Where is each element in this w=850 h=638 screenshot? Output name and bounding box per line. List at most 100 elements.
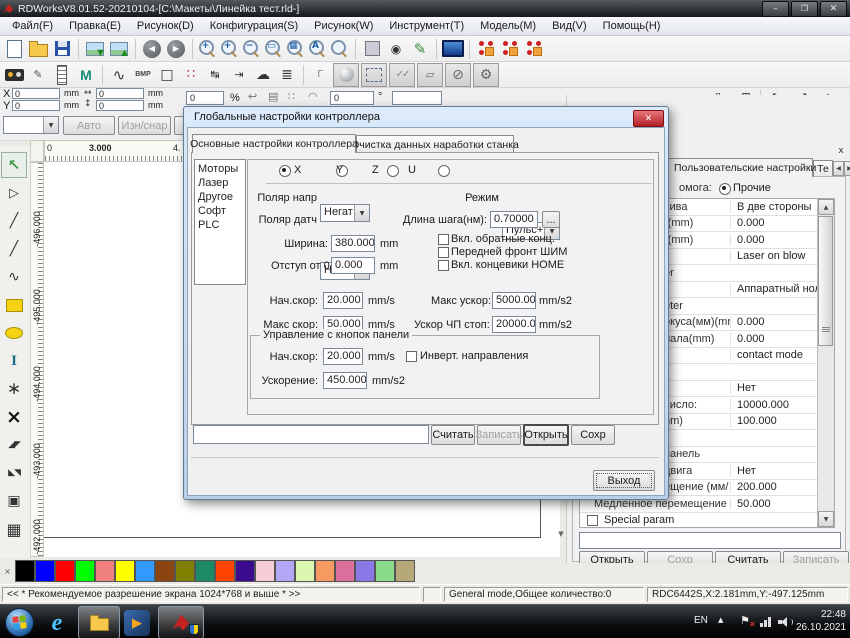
panel-write-button[interactable]: Записать (783, 551, 849, 563)
menu-edit[interactable]: Правка(E) (61, 20, 129, 32)
color-swatch[interactable] (295, 560, 315, 582)
write-button[interactable]: Записать (477, 425, 521, 445)
preview-monitor-icon[interactable] (442, 38, 464, 60)
zoom-out-center-icon[interactable]: + (198, 39, 218, 59)
color-swatch[interactable] (395, 560, 415, 582)
list-item-other[interactable]: Другое (198, 190, 242, 204)
prop-value[interactable]: contact mode (730, 349, 818, 361)
home-limit-checkbox[interactable] (438, 260, 449, 271)
offset-field[interactable]: 0.000 (331, 257, 375, 274)
tab-main-settings[interactable]: Основные настройки контроллера (192, 134, 356, 153)
star-tool[interactable] (1, 376, 27, 402)
color-swatch[interactable] (255, 560, 275, 582)
height-field[interactable]: 0 (96, 100, 144, 111)
width-field[interactable]: 0 (96, 88, 144, 99)
open-file-icon[interactable] (27, 38, 49, 60)
invert-direction-checkbox[interactable] (406, 351, 417, 362)
offset-tool[interactable] (1, 488, 27, 514)
language-indicator[interactable]: EN (694, 615, 708, 626)
save-button[interactable]: Сохр (571, 425, 615, 445)
zoom-page-icon[interactable]: ▭ (264, 39, 284, 59)
color-swatch[interactable] (335, 560, 355, 582)
color-swatch[interactable] (215, 560, 235, 582)
list-item-softplc[interactable]: Софт PLC (198, 204, 242, 232)
kb-acc-field[interactable]: 450.000 (323, 372, 367, 389)
tray-expand-icon[interactable]: ▲ (718, 616, 723, 624)
hide-icon[interactable] (445, 63, 471, 87)
network-signal-icon[interactable] (760, 617, 773, 627)
menu-tools[interactable]: Инструмент(T) (381, 20, 472, 32)
tab-scroll-left-icon[interactable]: ◀ (833, 161, 844, 176)
zoom-in-icon[interactable]: + (220, 39, 240, 59)
table-scrollbar[interactable]: ▲ ▼ (817, 199, 834, 527)
exit-button[interactable]: Выход (593, 470, 655, 491)
close-button[interactable] (820, 1, 847, 17)
special-param-checkbox[interactable] (587, 515, 598, 526)
zoom-select-icon[interactable] (330, 39, 350, 59)
rect-icon[interactable] (156, 64, 178, 86)
show-path-checkbox[interactable] (309, 64, 331, 86)
panel-read-button[interactable]: Считать (715, 551, 781, 563)
inside-outside-button[interactable]: Изн/снар (118, 116, 171, 135)
prop-value[interactable]: В две стороны (730, 201, 818, 213)
color-swatch[interactable] (55, 560, 75, 582)
prop-value[interactable]: Нет (730, 382, 818, 394)
width-field[interactable]: 380.000 (331, 235, 375, 252)
menu-file[interactable]: Файл(F) (4, 20, 61, 32)
h-align-icon[interactable] (228, 64, 250, 86)
open-button[interactable]: Открыть (523, 424, 569, 446)
explorer-taskbar-button[interactable] (78, 606, 120, 638)
tab-scroll-right-icon[interactable]: ▶ (844, 161, 850, 176)
y-pos-field[interactable]: 0 (12, 100, 60, 111)
wmp-taskbar-icon[interactable]: ▶ (124, 610, 150, 636)
save-file-icon[interactable] (51, 38, 73, 60)
color-swatch[interactable] (155, 560, 175, 582)
menu-view[interactable]: Вид(V) (544, 20, 595, 32)
rotate-icon[interactable] (248, 90, 257, 103)
menu-config[interactable]: Конфигурация(S) (202, 20, 306, 32)
text-m-icon[interactable]: M (75, 64, 97, 86)
menu-model[interactable]: Модель(M) (472, 20, 544, 32)
prop-value[interactable]: Нет (730, 465, 818, 477)
color-swatch[interactable] (15, 560, 35, 582)
settings-gear-icon[interactable] (473, 63, 499, 87)
tab-clear-data[interactable]: Очистка данных наработки станка (356, 135, 514, 153)
maximize-button[interactable] (791, 1, 818, 17)
menu-picture[interactable]: Рисунок(W) (306, 20, 381, 32)
h-distribute-icon[interactable] (204, 64, 226, 86)
color-swatch[interactable] (235, 560, 255, 582)
delete-tool[interactable] (1, 404, 27, 430)
prop-value[interactable]: 0.000 (730, 333, 818, 345)
start-speed-field[interactable]: 20.000 (323, 292, 363, 309)
polar-dir-combo[interactable]: Негат (320, 204, 370, 222)
array-copy2-icon[interactable] (499, 38, 521, 60)
clock[interactable]: 22:48 26.10.2021 (796, 608, 846, 636)
line-tool[interactable] (1, 208, 27, 234)
array-tool[interactable] (1, 516, 27, 542)
scroll-down-icon[interactable]: ▼ (818, 511, 834, 527)
output-icon[interactable] (252, 64, 274, 86)
mirror-icon[interactable] (268, 90, 278, 103)
volume-icon[interactable] (778, 617, 792, 627)
curve-icon[interactable] (108, 64, 130, 86)
redo-icon[interactable] (165, 38, 187, 60)
rdworks-taskbar-button[interactable] (158, 606, 204, 638)
panel-close-icon[interactable]: x (835, 145, 847, 157)
array-copy-icon[interactable] (475, 38, 497, 60)
color-swatch[interactable] (195, 560, 215, 582)
start-button[interactable] (5, 608, 34, 637)
color-swatch[interactable] (315, 560, 335, 582)
palette-close-icon[interactable]: × (2, 566, 13, 577)
list-item-laser[interactable]: Лазер (198, 176, 242, 190)
prop-value[interactable]: 0.000 (730, 316, 818, 328)
dialog-close-icon[interactable]: ✕ (633, 110, 664, 127)
scroll-thumb[interactable] (818, 216, 833, 346)
mirror-vertical-tool[interactable] (1, 432, 27, 458)
menu-help[interactable]: Помощь(H) (595, 20, 669, 32)
device-icon[interactable] (3, 64, 25, 86)
auto-button[interactable]: Авто (63, 116, 115, 135)
prop-value[interactable]: 0.000 (730, 234, 818, 246)
layer-combo[interactable] (3, 116, 59, 134)
dialog-file-field[interactable] (193, 425, 429, 444)
double-check-icon[interactable] (389, 63, 415, 87)
